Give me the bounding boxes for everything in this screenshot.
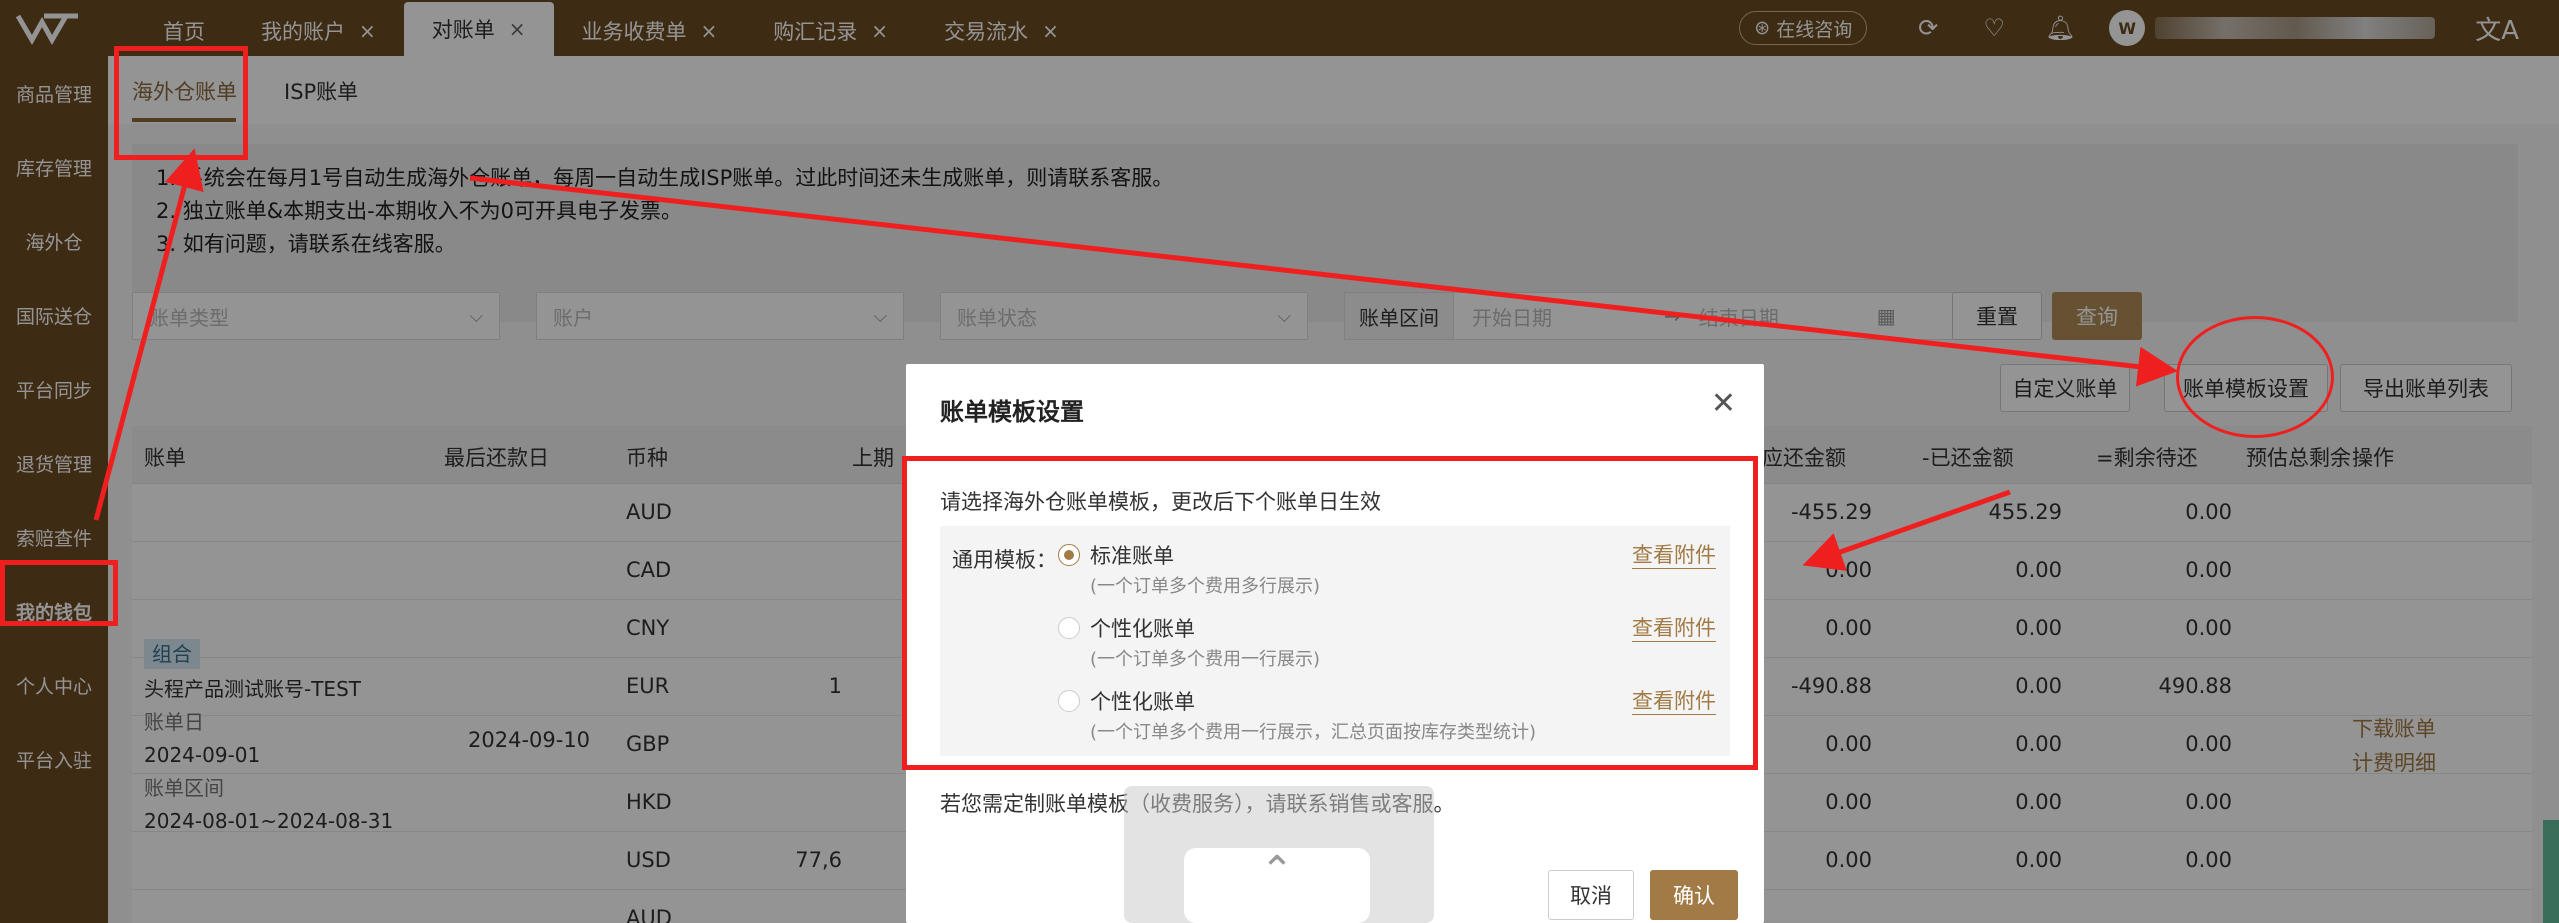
arrow-to-settings [469, 175, 2178, 387]
arrow-to-subtab [93, 148, 204, 521]
annotation-arrows [93, 148, 2178, 571]
arrow-to-options [1802, 489, 2011, 571]
scrollbar[interactable] [2543, 820, 2559, 923]
